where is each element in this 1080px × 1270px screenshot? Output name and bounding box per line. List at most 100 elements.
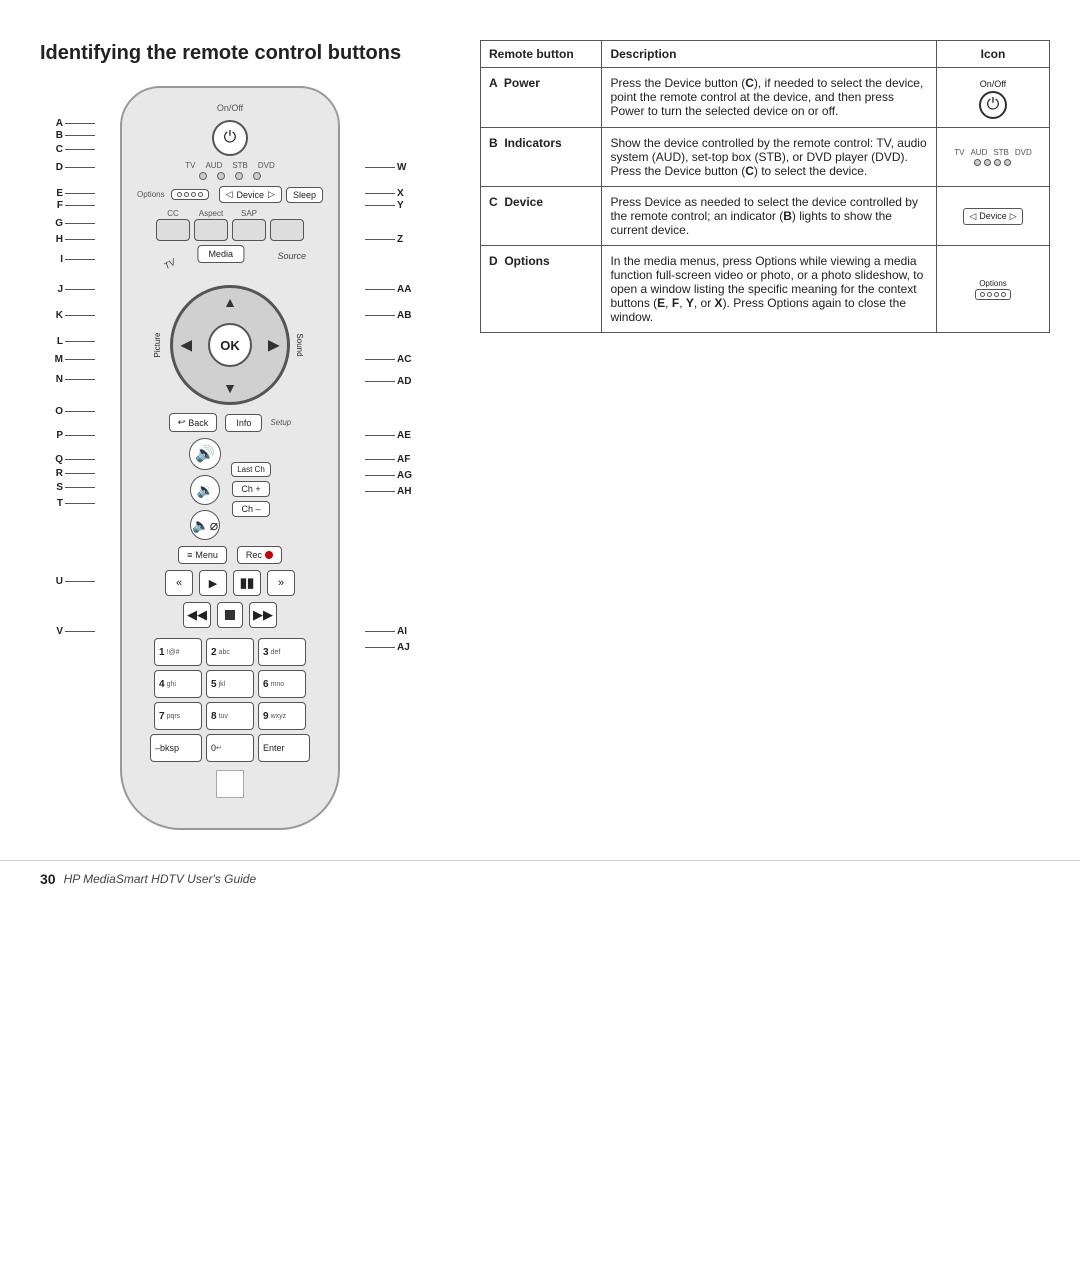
num6-sub: mno <box>271 681 285 688</box>
rec-button[interactable]: Rec <box>237 546 282 564</box>
stb-indicator <box>235 172 243 180</box>
ind-dot-dvd <box>1004 159 1011 166</box>
num8-sub: tuv <box>219 713 228 720</box>
media-button[interactable]: Media <box>197 245 244 263</box>
volume-down-button[interactable]: 🔉 <box>190 475 220 505</box>
label-ai-text: AI <box>397 626 407 637</box>
dvd-label: DVD <box>258 161 275 170</box>
table-row-device: C Device Press Device as needed to selec… <box>481 187 1050 246</box>
mute-button[interactable]: 🔈⌀ <box>190 510 220 540</box>
num5-button[interactable]: 5jkl <box>206 670 254 698</box>
fwd-button[interactable]: » <box>267 570 295 596</box>
nav-right-arrow[interactable]: ▶ <box>268 337 279 354</box>
label-aj: AJ <box>365 642 410 653</box>
ind-dot-stb <box>994 159 1001 166</box>
num3-button[interactable]: 3def <box>258 638 306 666</box>
numpad-row-4: –bksp 0↵ Enter <box>150 734 310 762</box>
volume-up-button[interactable]: 🔊 <box>189 438 221 470</box>
label-o-text: O <box>55 406 63 417</box>
stop-icon <box>225 610 235 620</box>
num0-button[interactable]: 0↵ <box>206 734 254 762</box>
num8-button[interactable]: 8tuv <box>206 702 254 730</box>
label-t-text: T <box>57 498 63 509</box>
label-b: B <box>56 130 95 141</box>
label-q-text: Q <box>55 454 63 465</box>
back-button[interactable]: ↩ Back <box>169 413 218 432</box>
sap-button[interactable] <box>232 219 266 241</box>
prev-button[interactable]: ◀◀ <box>183 602 211 628</box>
device-icon-label: Device <box>979 211 1007 221</box>
num9-digit: 9 <box>263 711 269 722</box>
stop-button[interactable] <box>217 602 243 628</box>
power-circle-icon: ⏻ <box>979 91 1007 119</box>
label-ad-text: AD <box>397 376 411 387</box>
ctx4-button[interactable] <box>270 219 304 241</box>
options-icon-display: Options <box>945 279 1041 300</box>
label-f-text: F <box>57 200 63 211</box>
label-s: S <box>56 482 95 493</box>
num6-button[interactable]: 6mno <box>258 670 306 698</box>
next-button[interactable]: ▶▶ <box>249 602 277 628</box>
device-right-arrow: ▷ <box>268 189 275 200</box>
cc-button[interactable] <box>156 219 190 241</box>
ch-plus-button[interactable]: Ch + <box>232 481 269 497</box>
bksp-button[interactable]: –bksp <box>150 734 202 762</box>
page-number: 30 <box>40 871 56 887</box>
num0-sub: ↵ <box>216 744 222 752</box>
enter-button[interactable]: Enter <box>258 734 310 762</box>
num1-button[interactable]: 1!@# <box>154 638 202 666</box>
info-button[interactable]: Info <box>225 414 262 432</box>
page-title: Identifying the remote control buttons <box>40 40 460 66</box>
play-button[interactable]: ▶ <box>199 570 227 596</box>
nav-left-arrow[interactable]: ◀ <box>181 337 192 354</box>
skip-row: ◀◀ ▶▶ <box>142 602 318 628</box>
table-row-indicators: B Indicators Show the device controlled … <box>481 128 1050 187</box>
indicators-labels: TV AUD STB DVD <box>142 161 318 170</box>
ch-minus-button[interactable]: Ch – <box>232 501 269 517</box>
indicators-text-row: TV AUD STB DVD <box>954 148 1032 157</box>
tv-label: TV <box>185 161 195 170</box>
nav-circle: ▲ ▼ ◀ ▶ Picture Sound OK <box>170 285 290 405</box>
options-label-small: Options <box>137 190 165 199</box>
menu-label: Menu <box>195 550 218 560</box>
label-n-text: N <box>56 374 63 385</box>
ind-dot-tv <box>974 159 981 166</box>
aspect-label: Aspect <box>199 209 223 218</box>
options-button-label: D Options <box>481 246 602 333</box>
num7-button[interactable]: 7pqrs <box>154 702 202 730</box>
ind-tv: TV <box>954 148 964 157</box>
sap-label: SAP <box>241 209 257 218</box>
nav-down-arrow[interactable]: ▼ <box>223 380 237 396</box>
num9-button[interactable]: 9wxyz <box>258 702 306 730</box>
ok-button[interactable]: OK <box>208 323 252 367</box>
device-button[interactable]: ◁ Device ▷ <box>219 186 282 203</box>
pause-button[interactable]: ▮▮ <box>233 570 261 596</box>
num4-button[interactable]: 4ghi <box>154 670 202 698</box>
source-arc-label: Source <box>277 251 306 261</box>
sleep-button[interactable]: Sleep <box>286 187 323 203</box>
options-dots-display <box>975 289 1011 300</box>
ind-dot-aud <box>984 159 991 166</box>
num3-sub: def <box>271 649 281 656</box>
indicators-description: Show the device controlled by the remote… <box>602 128 937 187</box>
remote-body: On/Off ⏻ TV AUD STB DVD <box>120 86 340 830</box>
label-aa-text: AA <box>397 284 411 295</box>
nav-up-arrow[interactable]: ▲ <box>223 294 237 310</box>
num2-button[interactable]: 2abc <box>206 638 254 666</box>
reference-table: Remote button Description Icon A Power P… <box>480 40 1050 333</box>
device-icon-right-arrow: ▷ <box>1010 211 1017 222</box>
label-m-text: M <box>55 354 63 365</box>
device-button-label: C Device <box>481 187 602 246</box>
label-i-text: I <box>60 254 63 265</box>
menu-button[interactable]: ≡ Menu <box>178 546 227 564</box>
dvd-indicator <box>253 172 261 180</box>
back-label: Back <box>188 418 208 428</box>
col-header-icon: Icon <box>936 41 1049 68</box>
device-description: Press Device as needed to select the dev… <box>602 187 937 246</box>
options-button[interactable] <box>171 189 209 200</box>
power-button[interactable]: ⏻ <box>212 120 248 156</box>
label-v: V <box>56 626 95 637</box>
last-ch-button[interactable]: Last Ch <box>231 462 271 477</box>
aspect-button[interactable] <box>194 219 228 241</box>
rew-button[interactable]: « <box>165 570 193 596</box>
